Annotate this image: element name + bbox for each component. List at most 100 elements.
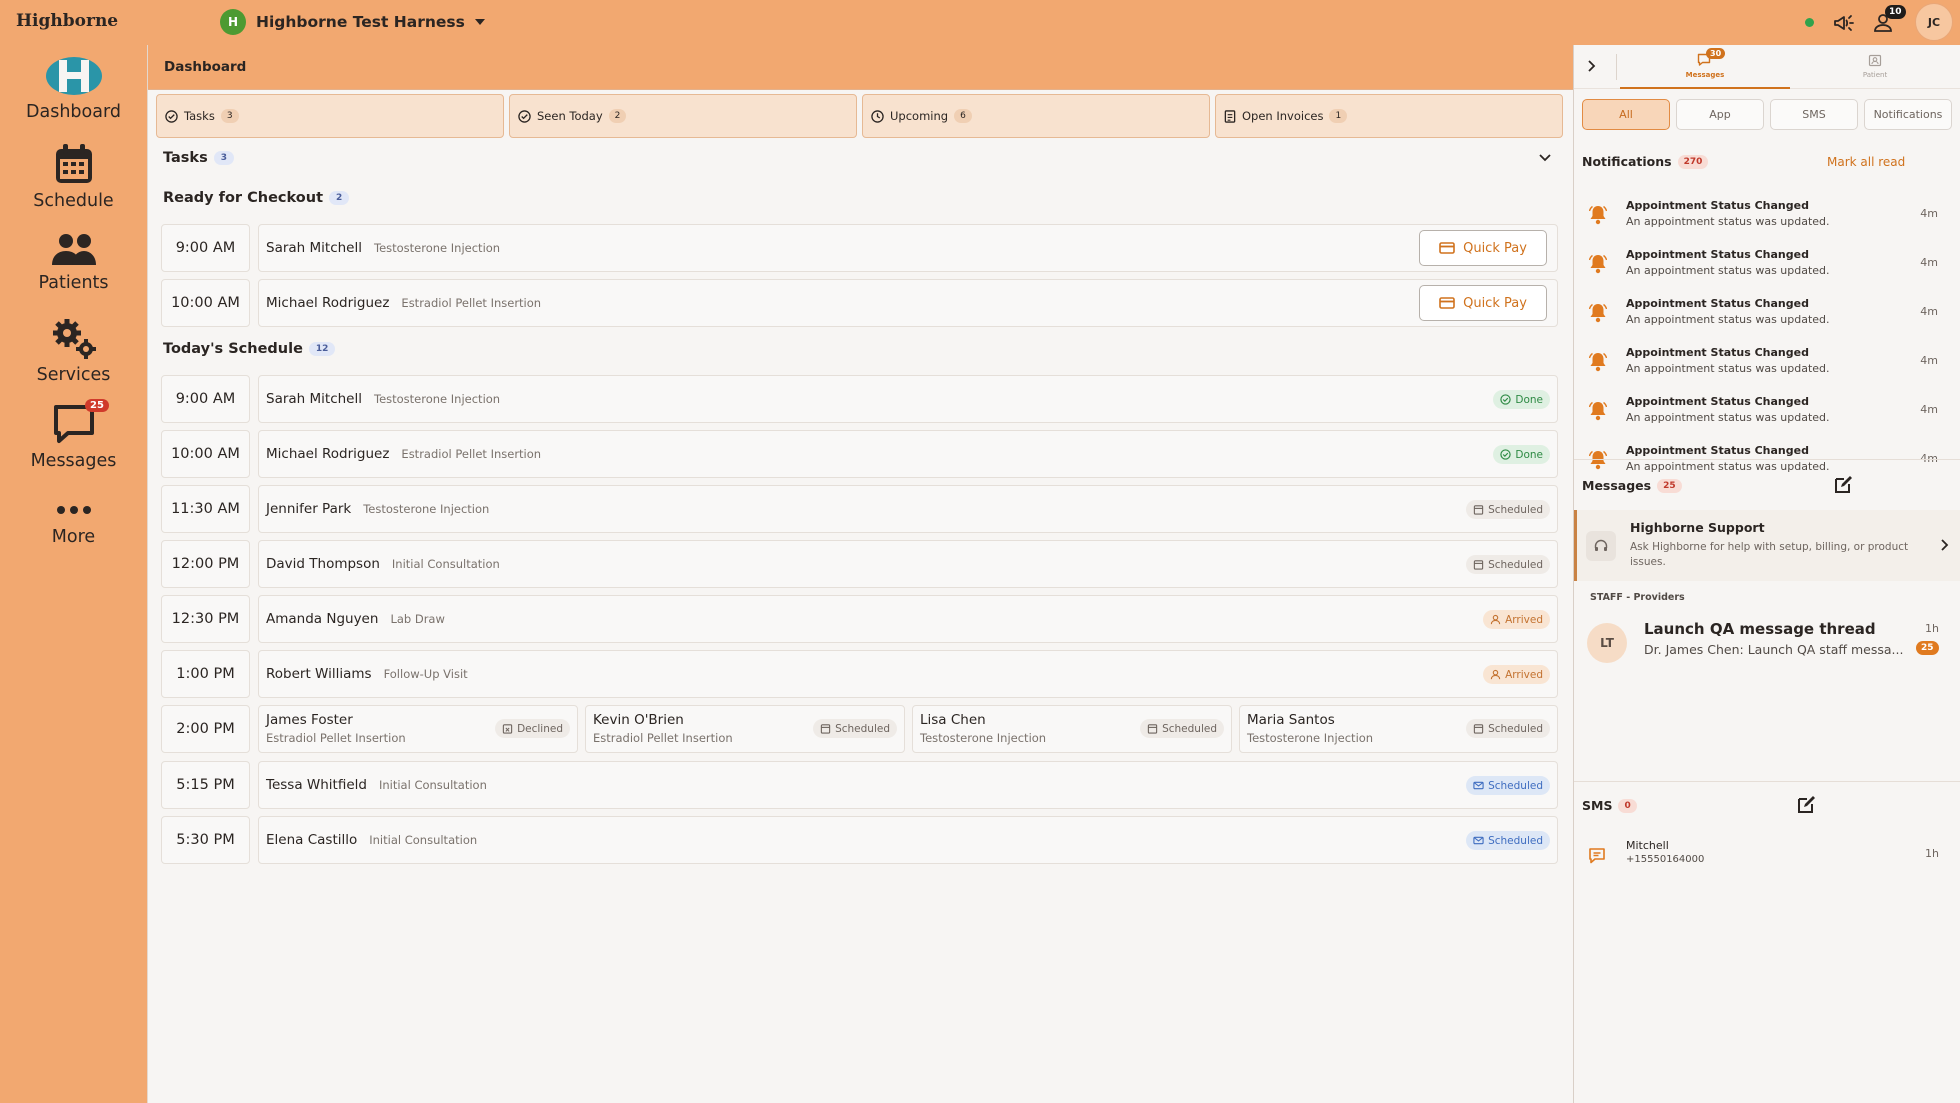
sidebar-item-messages[interactable]: 25 Messages	[0, 399, 147, 471]
status-label: Scheduled	[1488, 558, 1543, 571]
sidebar-item-label: Schedule	[33, 191, 114, 211]
divider	[1574, 459, 1960, 460]
sidebar-item-label: Dashboard	[26, 102, 121, 122]
collapse-chevron-icon[interactable]	[1538, 151, 1552, 165]
notification-time: 4m	[1920, 256, 1938, 269]
support-thread[interactable]: Highborne Support Ask Highborne for help…	[1574, 510, 1960, 581]
filter-notifications[interactable]: Notifications	[1864, 99, 1952, 130]
calendar-icon	[1473, 724, 1484, 734]
section-label: Tasks	[163, 150, 208, 166]
calendar-icon	[55, 144, 92, 183]
group-appointment-cell[interactable]: James Foster Estradiol Pellet Insertion …	[258, 705, 578, 753]
patient-name: Sarah Mitchell	[266, 391, 362, 407]
notification-desc: An appointment status was updated.	[1626, 460, 1830, 473]
sms-thread[interactable]: Mitchell +15550164000 1h	[1574, 834, 1960, 884]
patient-card-icon	[1868, 53, 1882, 67]
group-appointments: James Foster Estradiol Pellet Insertion …	[258, 705, 1558, 753]
compose-message-icon[interactable]	[1832, 474, 1854, 496]
quick-pay-label: Quick Pay	[1463, 240, 1527, 256]
schedule-row[interactable]: Michael Rodriguez Estradiol Pellet Inser…	[258, 430, 1558, 478]
tab-messages[interactable]: 30 Messages	[1620, 45, 1790, 89]
time-slot: 9:00 AM	[161, 375, 250, 423]
notification-item[interactable]: Appointment Status Changed An appointmen…	[1574, 291, 1960, 339]
sidebar-item-more[interactable]: More	[0, 505, 147, 547]
filter-app[interactable]: App	[1676, 99, 1764, 130]
status-label: Scheduled	[1488, 834, 1543, 847]
group-appointment-cell[interactable]: Maria Santos Testosterone Injection Sche…	[1239, 705, 1558, 753]
sidebar-item-patients[interactable]: Patients	[0, 233, 147, 293]
sms-chat-icon	[1588, 847, 1606, 865]
filter-all[interactable]: All	[1582, 99, 1670, 130]
brand-logo[interactable]: Highborne	[16, 11, 118, 31]
tab-patient[interactable]: Patient	[1790, 45, 1960, 89]
tab-label: Tasks	[184, 109, 215, 123]
tab-open-invoices[interactable]: Open Invoices 1	[1215, 94, 1563, 138]
time-slot: 9:00 AM	[161, 224, 250, 272]
status-badge: Done	[1493, 445, 1550, 464]
tab-tasks[interactable]: Tasks 3	[156, 94, 504, 138]
schedule-row[interactable]: Jennifer Park Testosterone Injection Sch…	[258, 485, 1558, 533]
notification-title: Appointment Status Changed	[1626, 395, 1809, 408]
notification-item[interactable]: Appointment Status Changed An appointmen…	[1574, 242, 1960, 290]
checkout-row[interactable]: Michael Rodriguez Estradiol Pellet Inser…	[258, 279, 1558, 327]
workspace-avatar: H	[220, 9, 246, 35]
time-slot: 5:30 PM	[161, 816, 250, 864]
schedule-row[interactable]: Sarah Mitchell Testosterone Injection Do…	[258, 375, 1558, 423]
support-desc-line2: issues.	[1630, 556, 1666, 568]
schedule-row[interactable]: Tessa Whitfield Initial Consultation Sch…	[258, 761, 1558, 809]
tab-count: 6	[954, 109, 972, 123]
calendar-icon	[1147, 724, 1158, 734]
notification-item[interactable]: Appointment Status Changed An appointmen…	[1574, 193, 1960, 241]
sidebar-item-services[interactable]: Services	[0, 317, 147, 385]
quick-pay-button[interactable]: Quick Pay	[1419, 230, 1547, 266]
tab-label: Upcoming	[890, 109, 949, 123]
group-appointment-cell[interactable]: Kevin O'Brien Estradiol Pellet Insertion…	[585, 705, 905, 753]
status-label: Scheduled	[1488, 503, 1543, 516]
notification-item[interactable]: Appointment Status Changed An appointmen…	[1574, 340, 1960, 388]
mail-icon	[1473, 836, 1484, 845]
user-notifications-button[interactable]: 10	[1873, 5, 1906, 35]
right-panel: 30 Messages Patient All App SMS Notifica…	[1573, 45, 1960, 1103]
patient-name: David Thompson	[266, 556, 380, 572]
schedule-row[interactable]: Elena Castillo Initial Consultation Sche…	[258, 816, 1558, 864]
status-label: Arrived	[1505, 613, 1543, 626]
notification-title: Appointment Status Changed	[1626, 248, 1809, 261]
people-icon	[51, 234, 96, 265]
user-avatar[interactable]: JC	[1915, 3, 1953, 41]
calendar-icon	[1473, 505, 1484, 515]
tab-count: 3	[220, 109, 239, 123]
quick-pay-button[interactable]: Quick Pay	[1419, 285, 1547, 321]
notification-title: Appointment Status Changed	[1626, 444, 1809, 457]
mark-all-read-button[interactable]: Mark all read	[1827, 155, 1905, 169]
main-header: Dashboard	[148, 45, 1573, 90]
time-slot: 5:15 PM	[161, 761, 250, 809]
sidebar-item-schedule[interactable]: Schedule	[0, 143, 147, 211]
compose-sms-icon[interactable]	[1795, 794, 1817, 816]
checkout-row[interactable]: Sarah Mitchell Testosterone Injection Qu…	[258, 224, 1558, 272]
notification-desc: An appointment status was updated.	[1626, 313, 1830, 326]
sidebar-item-dashboard[interactable]: Dashboard	[0, 56, 147, 122]
workspace-switcher[interactable]: H Highborne Test Harness	[220, 9, 485, 35]
sms-contact-name: Mitchell	[1626, 839, 1669, 852]
tab-upcoming[interactable]: Upcoming 6	[862, 94, 1210, 138]
schedule-row[interactable]: David Thompson Initial Consultation Sche…	[258, 540, 1558, 588]
filter-sms[interactable]: SMS	[1770, 99, 1858, 130]
tab-seen-today[interactable]: Seen Today 2	[509, 94, 857, 138]
time-slot: 12:00 PM	[161, 540, 250, 588]
message-thread[interactable]: LT Launch QA message thread Dr. James Ch…	[1574, 612, 1960, 682]
megaphone-icon[interactable]	[1832, 11, 1856, 35]
group-appointment-cell[interactable]: Lisa Chen Testosterone Injection Schedul…	[912, 705, 1232, 753]
time-slot: 10:00 AM	[161, 430, 250, 478]
schedule-row[interactable]: Robert Williams Follow-Up Visit Arrived	[258, 650, 1558, 698]
notification-title: Appointment Status Changed	[1626, 346, 1809, 359]
section-count: 270	[1677, 154, 1709, 169]
tab-label: Open Invoices	[1242, 109, 1324, 123]
tab-label: Seen Today	[537, 109, 603, 123]
thread-preview: Dr. James Chen: Launch QA staff messa...	[1644, 642, 1904, 657]
schedule-row[interactable]: Amanda Nguyen Lab Draw Arrived	[258, 595, 1558, 643]
collapse-panel-chevron-icon[interactable]	[1584, 59, 1598, 73]
sms-section-title: SMS 0	[1582, 798, 1637, 813]
calendar-icon	[820, 724, 831, 734]
notification-title: Appointment Status Changed	[1626, 199, 1809, 212]
notification-item[interactable]: Appointment Status Changed An appointmen…	[1574, 389, 1960, 437]
